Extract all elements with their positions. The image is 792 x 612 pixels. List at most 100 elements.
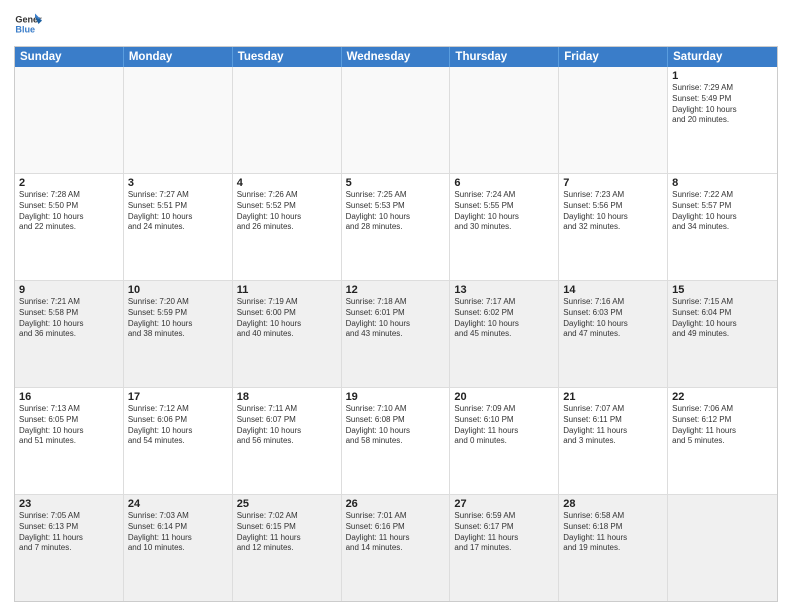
day-number: 28 [563, 498, 663, 510]
day-number: 19 [346, 391, 446, 403]
calendar-cell: 25Sunrise: 7:02 AM Sunset: 6:15 PM Dayli… [233, 495, 342, 601]
calendar-cell: 22Sunrise: 7:06 AM Sunset: 6:12 PM Dayli… [668, 388, 777, 494]
page: General Blue SundayMondayTuesdayWednesda… [0, 0, 792, 612]
weekday-header: Tuesday [233, 47, 342, 67]
day-number: 9 [19, 284, 119, 296]
calendar-cell: 18Sunrise: 7:11 AM Sunset: 6:07 PM Dayli… [233, 388, 342, 494]
day-info: Sunrise: 7:07 AM Sunset: 6:11 PM Dayligh… [563, 404, 663, 447]
day-info: Sunrise: 7:26 AM Sunset: 5:52 PM Dayligh… [237, 190, 337, 233]
day-number: 16 [19, 391, 119, 403]
day-info: Sunrise: 7:13 AM Sunset: 6:05 PM Dayligh… [19, 404, 119, 447]
day-number: 2 [19, 177, 119, 189]
day-number: 5 [346, 177, 446, 189]
day-info: Sunrise: 7:28 AM Sunset: 5:50 PM Dayligh… [19, 190, 119, 233]
weekday-header: Wednesday [342, 47, 451, 67]
weekday-header: Sunday [15, 47, 124, 67]
calendar-cell: 16Sunrise: 7:13 AM Sunset: 6:05 PM Dayli… [15, 388, 124, 494]
day-number: 18 [237, 391, 337, 403]
calendar-cell: 14Sunrise: 7:16 AM Sunset: 6:03 PM Dayli… [559, 281, 668, 387]
calendar: SundayMondayTuesdayWednesdayThursdayFrid… [14, 46, 778, 602]
calendar-row: 9Sunrise: 7:21 AM Sunset: 5:58 PM Daylig… [15, 280, 777, 387]
day-info: Sunrise: 7:23 AM Sunset: 5:56 PM Dayligh… [563, 190, 663, 233]
day-number: 22 [672, 391, 773, 403]
calendar-cell: 6Sunrise: 7:24 AM Sunset: 5:55 PM Daylig… [450, 174, 559, 280]
day-number: 12 [346, 284, 446, 296]
weekday-header: Thursday [450, 47, 559, 67]
logo: General Blue [14, 10, 42, 38]
calendar-cell: 26Sunrise: 7:01 AM Sunset: 6:16 PM Dayli… [342, 495, 451, 601]
day-number: 11 [237, 284, 337, 296]
calendar-cell: 17Sunrise: 7:12 AM Sunset: 6:06 PM Dayli… [124, 388, 233, 494]
day-info: Sunrise: 7:18 AM Sunset: 6:01 PM Dayligh… [346, 297, 446, 340]
day-info: Sunrise: 7:10 AM Sunset: 6:08 PM Dayligh… [346, 404, 446, 447]
calendar-cell [15, 67, 124, 173]
day-info: Sunrise: 7:02 AM Sunset: 6:15 PM Dayligh… [237, 511, 337, 554]
calendar-cell: 2Sunrise: 7:28 AM Sunset: 5:50 PM Daylig… [15, 174, 124, 280]
calendar-cell: 23Sunrise: 7:05 AM Sunset: 6:13 PM Dayli… [15, 495, 124, 601]
header: General Blue [14, 10, 778, 38]
weekday-header: Friday [559, 47, 668, 67]
day-info: Sunrise: 7:15 AM Sunset: 6:04 PM Dayligh… [672, 297, 773, 340]
day-info: Sunrise: 7:25 AM Sunset: 5:53 PM Dayligh… [346, 190, 446, 233]
calendar-cell [668, 495, 777, 601]
calendar-cell: 9Sunrise: 7:21 AM Sunset: 5:58 PM Daylig… [15, 281, 124, 387]
day-number: 13 [454, 284, 554, 296]
calendar-cell: 12Sunrise: 7:18 AM Sunset: 6:01 PM Dayli… [342, 281, 451, 387]
day-number: 3 [128, 177, 228, 189]
day-number: 20 [454, 391, 554, 403]
calendar-cell: 1Sunrise: 7:29 AM Sunset: 5:49 PM Daylig… [668, 67, 777, 173]
day-info: Sunrise: 6:59 AM Sunset: 6:17 PM Dayligh… [454, 511, 554, 554]
day-info: Sunrise: 7:03 AM Sunset: 6:14 PM Dayligh… [128, 511, 228, 554]
day-number: 27 [454, 498, 554, 510]
calendar-cell: 21Sunrise: 7:07 AM Sunset: 6:11 PM Dayli… [559, 388, 668, 494]
calendar-cell: 19Sunrise: 7:10 AM Sunset: 6:08 PM Dayli… [342, 388, 451, 494]
day-number: 6 [454, 177, 554, 189]
day-info: Sunrise: 7:27 AM Sunset: 5:51 PM Dayligh… [128, 190, 228, 233]
day-info: Sunrise: 6:58 AM Sunset: 6:18 PM Dayligh… [563, 511, 663, 554]
day-number: 24 [128, 498, 228, 510]
day-number: 7 [563, 177, 663, 189]
day-number: 23 [19, 498, 119, 510]
calendar-cell: 11Sunrise: 7:19 AM Sunset: 6:00 PM Dayli… [233, 281, 342, 387]
calendar-row: 23Sunrise: 7:05 AM Sunset: 6:13 PM Dayli… [15, 494, 777, 601]
day-info: Sunrise: 7:24 AM Sunset: 5:55 PM Dayligh… [454, 190, 554, 233]
day-info: Sunrise: 7:22 AM Sunset: 5:57 PM Dayligh… [672, 190, 773, 233]
day-number: 10 [128, 284, 228, 296]
calendar-row: 1Sunrise: 7:29 AM Sunset: 5:49 PM Daylig… [15, 67, 777, 173]
day-info: Sunrise: 7:21 AM Sunset: 5:58 PM Dayligh… [19, 297, 119, 340]
day-number: 1 [672, 70, 773, 82]
svg-text:Blue: Blue [15, 24, 35, 34]
calendar-cell: 15Sunrise: 7:15 AM Sunset: 6:04 PM Dayli… [668, 281, 777, 387]
day-number: 4 [237, 177, 337, 189]
calendar-cell: 28Sunrise: 6:58 AM Sunset: 6:18 PM Dayli… [559, 495, 668, 601]
day-number: 26 [346, 498, 446, 510]
calendar-cell: 27Sunrise: 6:59 AM Sunset: 6:17 PM Dayli… [450, 495, 559, 601]
calendar-cell: 24Sunrise: 7:03 AM Sunset: 6:14 PM Dayli… [124, 495, 233, 601]
calendar-cell [450, 67, 559, 173]
day-number: 25 [237, 498, 337, 510]
day-number: 21 [563, 391, 663, 403]
weekday-header: Saturday [668, 47, 777, 67]
day-info: Sunrise: 7:09 AM Sunset: 6:10 PM Dayligh… [454, 404, 554, 447]
calendar-row: 2Sunrise: 7:28 AM Sunset: 5:50 PM Daylig… [15, 173, 777, 280]
day-info: Sunrise: 7:17 AM Sunset: 6:02 PM Dayligh… [454, 297, 554, 340]
day-info: Sunrise: 7:05 AM Sunset: 6:13 PM Dayligh… [19, 511, 119, 554]
day-info: Sunrise: 7:19 AM Sunset: 6:00 PM Dayligh… [237, 297, 337, 340]
calendar-body: 1Sunrise: 7:29 AM Sunset: 5:49 PM Daylig… [15, 67, 777, 601]
day-info: Sunrise: 7:16 AM Sunset: 6:03 PM Dayligh… [563, 297, 663, 340]
calendar-cell: 10Sunrise: 7:20 AM Sunset: 5:59 PM Dayli… [124, 281, 233, 387]
calendar-cell: 3Sunrise: 7:27 AM Sunset: 5:51 PM Daylig… [124, 174, 233, 280]
calendar-cell: 7Sunrise: 7:23 AM Sunset: 5:56 PM Daylig… [559, 174, 668, 280]
weekday-header: Monday [124, 47, 233, 67]
day-info: Sunrise: 7:20 AM Sunset: 5:59 PM Dayligh… [128, 297, 228, 340]
calendar-cell [233, 67, 342, 173]
calendar-cell [342, 67, 451, 173]
logo-icon: General Blue [14, 10, 42, 38]
calendar-cell: 20Sunrise: 7:09 AM Sunset: 6:10 PM Dayli… [450, 388, 559, 494]
day-info: Sunrise: 7:06 AM Sunset: 6:12 PM Dayligh… [672, 404, 773, 447]
calendar-cell: 4Sunrise: 7:26 AM Sunset: 5:52 PM Daylig… [233, 174, 342, 280]
day-number: 17 [128, 391, 228, 403]
calendar-cell: 13Sunrise: 7:17 AM Sunset: 6:02 PM Dayli… [450, 281, 559, 387]
calendar-header: SundayMondayTuesdayWednesdayThursdayFrid… [15, 47, 777, 67]
calendar-cell [124, 67, 233, 173]
